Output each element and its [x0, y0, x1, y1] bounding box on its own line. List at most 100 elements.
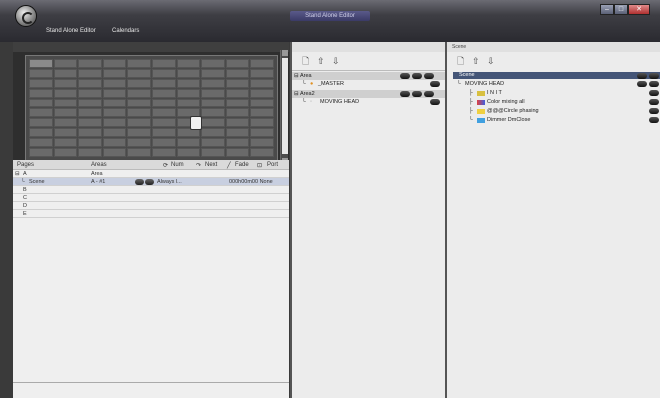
table-row[interactable]: B	[13, 186, 289, 194]
grid-cell-button[interactable]	[225, 59, 250, 68]
grid-cell-button[interactable]	[127, 88, 151, 98]
grid-cell-button[interactable]	[127, 118, 151, 128]
grid-cell-button[interactable]	[176, 98, 201, 108]
grid-cell-button[interactable]	[152, 138, 176, 148]
move-up-icon[interactable]: ⇧	[317, 56, 326, 66]
table-row[interactable]: D	[13, 202, 289, 210]
grid-cell-button[interactable]	[201, 118, 225, 128]
grid-cell-button[interactable]	[78, 78, 102, 88]
grid-cell-button[interactable]	[29, 59, 53, 68]
column-next[interactable]: Next	[205, 162, 217, 168]
grid-cell-button[interactable]	[102, 118, 127, 128]
tree-item[interactable]: └ ● _MASTER	[292, 80, 445, 88]
column-port[interactable]: Port	[267, 162, 278, 168]
grid-cell-button[interactable]	[250, 118, 274, 128]
grid-cell-button[interactable]	[78, 88, 102, 98]
grid-cell-button[interactable]	[176, 59, 201, 68]
toggle-button-icon[interactable]	[400, 73, 410, 79]
grid-cell-button[interactable]	[201, 138, 225, 148]
grid-cell-button[interactable]	[29, 78, 53, 88]
grid-cell-button[interactable]	[127, 68, 151, 78]
edit-button-icon[interactable]	[424, 91, 434, 97]
grid-cell-button[interactable]	[53, 98, 78, 108]
grid-cell-button[interactable]	[78, 138, 102, 148]
grid-cell-button[interactable]	[152, 98, 176, 108]
tree-item[interactable]: ├ Color mixing all	[453, 98, 660, 106]
toggle-button-icon[interactable]	[649, 90, 659, 96]
grid-scrollbar[interactable]	[280, 50, 288, 166]
grid-cell-button[interactable]	[78, 118, 102, 128]
grid-cell-button[interactable]	[102, 68, 127, 78]
grid-cell-button[interactable]	[29, 138, 53, 148]
grid-cell-button[interactable]	[152, 78, 176, 88]
grid-cell-button[interactable]	[152, 88, 176, 98]
column-fade[interactable]: Fade	[235, 162, 249, 168]
grid-cell-button[interactable]	[225, 128, 250, 138]
grid-cell-button[interactable]	[102, 98, 127, 108]
grid-cell-button[interactable]	[250, 59, 274, 68]
grid-cell-button[interactable]	[152, 68, 176, 78]
edit-button-icon[interactable]	[424, 73, 434, 79]
grid-cell-button[interactable]	[78, 108, 102, 118]
grid-cell-button[interactable]	[176, 148, 201, 157]
scroll-up-arrow-icon[interactable]	[282, 50, 288, 56]
grid-cell-button[interactable]	[201, 88, 225, 98]
grid-cell-button[interactable]	[102, 59, 127, 68]
grid-cell-button[interactable]	[250, 138, 274, 148]
tree-item[interactable]: ├ @@@Circle phasing	[453, 107, 660, 115]
scrollbar-thumb[interactable]	[282, 58, 288, 154]
grid-cell-button[interactable]	[78, 148, 102, 157]
grid-cell-button[interactable]	[225, 148, 250, 157]
grid-cell-button[interactable]	[102, 138, 127, 148]
toggle-button-icon[interactable]	[649, 81, 659, 87]
grid-cell-button[interactable]	[53, 68, 78, 78]
grid-cell-button[interactable]	[53, 59, 78, 68]
scene-root-item[interactable]: Scene	[453, 72, 660, 79]
column-areas[interactable]: Areas	[91, 162, 107, 168]
column-num[interactable]: Num	[171, 162, 184, 168]
grid-cell-button[interactable]	[225, 118, 250, 128]
grid-cell-button[interactable]	[102, 88, 127, 98]
grid-cell-button[interactable]	[29, 118, 53, 128]
grid-cell-button[interactable]	[102, 148, 127, 157]
grid-cell-button[interactable]	[201, 98, 225, 108]
grid-cell-button[interactable]	[152, 108, 176, 118]
toggle-button-icon[interactable]	[400, 91, 410, 97]
toggle-button-icon[interactable]	[412, 73, 422, 79]
menu-stand-alone-editor[interactable]: Stand Alone Editor	[46, 28, 96, 34]
tree-item[interactable]: └ Dimmer DmClose	[453, 116, 660, 124]
close-button[interactable]: ✕	[628, 4, 650, 15]
maximize-button[interactable]: □	[614, 4, 628, 15]
table-row[interactable]: ⊟ A Area	[13, 170, 289, 178]
toggle-button-icon[interactable]	[649, 117, 659, 123]
table-row[interactable]: E	[13, 210, 289, 218]
grid-cell-button[interactable]	[29, 98, 53, 108]
grid-cell-button[interactable]	[201, 148, 225, 157]
tree-item[interactable]: └ MOVING HEAD	[453, 80, 660, 88]
grid-cell-button[interactable]	[29, 108, 53, 118]
expand-icon[interactable]: ⊟	[294, 91, 299, 97]
grid-cell-button[interactable]	[53, 108, 78, 118]
new-item-icon[interactable]: 🗋	[457, 56, 466, 66]
grid-cell-button[interactable]	[127, 148, 151, 157]
grid-cell-button[interactable]	[102, 78, 127, 88]
grid-cell-button[interactable]	[102, 108, 127, 118]
grid-cell-button[interactable]	[225, 138, 250, 148]
grid-cell-button[interactable]	[78, 68, 102, 78]
move-down-icon[interactable]: ⇩	[332, 56, 341, 66]
toggle-button-icon[interactable]	[649, 99, 659, 105]
app-menu-orb-icon[interactable]	[15, 5, 37, 27]
menu-calendars[interactable]: Calendars	[112, 28, 139, 34]
grid-cell-button[interactable]	[201, 59, 225, 68]
toggle-button-icon[interactable]	[637, 73, 647, 79]
table-row-selected[interactable]: └ Scene A - #1 Always l... 000h00m00 Non…	[13, 178, 289, 186]
tree-item[interactable]: └ ▫ MOVING HEAD	[292, 98, 445, 106]
grid-cell-button[interactable]	[127, 78, 151, 88]
grid-cell-button[interactable]	[250, 98, 274, 108]
grid-cell-button[interactable]	[53, 128, 78, 138]
grid-cell-button[interactable]	[250, 88, 274, 98]
grid-cell-button[interactable]	[201, 108, 225, 118]
grid-cell-button[interactable]	[78, 98, 102, 108]
grid-cell-button[interactable]	[250, 148, 274, 157]
column-pages[interactable]: Pages	[17, 162, 34, 168]
